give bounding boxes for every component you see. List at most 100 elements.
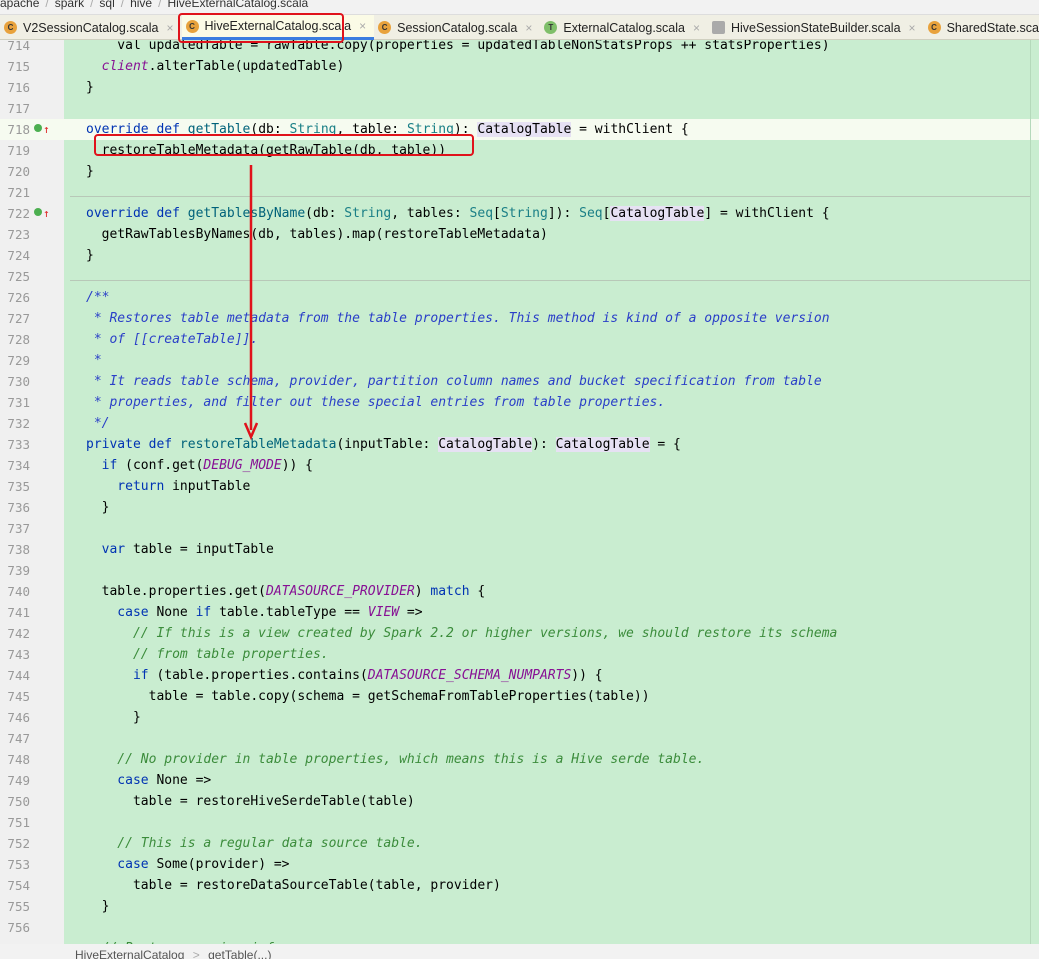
code-text: case Some(provider) => (86, 854, 289, 875)
breadcrumb-item[interactable]: HiveExternalCatalog.scala (167, 0, 308, 10)
tab-sessioncatalog[interactable]: C SessionCatalog.scala × (374, 15, 540, 40)
code-line: 741 case None if table.tableType == VIEW… (0, 602, 1039, 623)
line-number[interactable]: 733 (0, 434, 30, 455)
close-icon[interactable]: × (525, 21, 532, 35)
line-number[interactable]: 717 (0, 98, 30, 119)
code-text: } (86, 707, 141, 728)
line-number[interactable]: 728 (0, 329, 30, 350)
code-line: 728 * of [[createTable]]. (0, 329, 1039, 350)
code-token: ]): (547, 206, 580, 221)
line-number[interactable]: 723 (0, 224, 30, 245)
line-number[interactable]: 727 (0, 308, 30, 329)
line-number[interactable]: 730 (0, 371, 30, 392)
code-line: 722 ↑ override def getTablesByName(db: Str… (0, 203, 1039, 224)
line-number[interactable]: 715 (0, 56, 30, 77)
line-number[interactable]: 735 (0, 476, 30, 497)
code-editor[interactable]: 714 val updatedTable = rawTable.copy(pro… (0, 40, 1039, 944)
breadcrumb-item[interactable]: sql (99, 0, 114, 10)
code-token: match (430, 584, 470, 599)
line-number[interactable]: 736 (0, 497, 30, 518)
method-separator (70, 196, 1030, 197)
line-number[interactable]: 719 (0, 140, 30, 161)
code-token: restoreTableMetadata (179, 437, 337, 452)
footer-method[interactable]: getTable(...) (208, 948, 271, 959)
line-number[interactable]: 720 (0, 161, 30, 182)
footer-class[interactable]: HiveExternalCatalog (75, 948, 184, 959)
code-token: private def (86, 437, 180, 452)
code-text: * properties, and filter out these speci… (86, 392, 665, 413)
line-number[interactable]: 731 (0, 392, 30, 413)
tab-v2sessioncatalog[interactable]: C V2SessionCatalog.scala × (0, 15, 182, 40)
breadcrumb-item[interactable]: spark (55, 0, 84, 10)
line-number[interactable]: 743 (0, 644, 30, 665)
tab-sharedstate[interactable]: CSharedState.scala× (924, 15, 1039, 40)
code-token: table = inputTable (132, 542, 274, 557)
line-number[interactable]: 726 (0, 287, 30, 308)
implements-method-icon[interactable] (34, 124, 42, 132)
code-token: .alterTable(updatedTable) (148, 59, 345, 74)
code-token: [ (493, 206, 501, 221)
line-number[interactable]: 749 (0, 770, 30, 791)
code-token: table = restoreHiveSerdeTable(table) (86, 794, 415, 809)
line-number[interactable]: 716 (0, 77, 30, 98)
line-number[interactable]: 721 (0, 182, 30, 203)
close-icon[interactable]: × (909, 21, 916, 35)
code-token: client (101, 59, 149, 74)
code-line: 750 table = restoreHiveSerdeTable(table) (0, 791, 1039, 812)
code-token: */ (86, 416, 110, 431)
line-number[interactable]: 738 (0, 539, 30, 560)
line-number[interactable]: 748 (0, 749, 30, 770)
line-number[interactable]: 753 (0, 854, 30, 875)
line-number[interactable]: 740 (0, 581, 30, 602)
code-text: if (table.properties.contains(DATASOURCE… (86, 665, 603, 686)
implements-method-icon[interactable] (34, 208, 42, 216)
line-number[interactable]: 754 (0, 875, 30, 896)
line-number[interactable]: 725 (0, 266, 30, 287)
line-number[interactable]: 739 (0, 560, 30, 581)
line-number[interactable]: 742 (0, 623, 30, 644)
line-number[interactable]: 714 (0, 40, 30, 56)
line-number[interactable]: 732 (0, 413, 30, 434)
code-line: 732 */ (0, 413, 1039, 434)
line-number[interactable]: 755 (0, 896, 30, 917)
line-number[interactable]: 734 (0, 455, 30, 476)
line-number[interactable]: 752 (0, 833, 30, 854)
code-token: CatalogTable (438, 437, 533, 452)
tab-externalcatalog[interactable]: T ExternalCatalog.scala × (540, 15, 708, 40)
code-line: 723 getRawTablesByNames(db, tables).map(… (0, 224, 1039, 245)
code-text: case None => (86, 770, 211, 791)
breadcrumb-item[interactable]: apache (0, 0, 39, 10)
code-text: table.properties.get(DATASOURCE_PROVIDER… (86, 581, 486, 602)
line-number[interactable]: 750 (0, 791, 30, 812)
line-number[interactable]: 745 (0, 686, 30, 707)
line-number[interactable]: 756 (0, 917, 30, 938)
line-number[interactable]: 746 (0, 707, 30, 728)
code-token: // from table properties. (86, 647, 329, 662)
line-number[interactable]: 747 (0, 728, 30, 749)
tab-hivesessionstatebuilder[interactable]: HiveSessionStateBuilder.scala × (708, 15, 924, 40)
line-number[interactable]: 718 (0, 119, 30, 140)
method-separator (70, 280, 1030, 281)
override-arrow-icon[interactable]: ↑ (43, 203, 50, 224)
close-icon[interactable]: × (359, 19, 366, 33)
code-token: None => (156, 773, 212, 788)
line-number[interactable]: 744 (0, 665, 30, 686)
code-line: 735 return inputTable (0, 476, 1039, 497)
close-icon[interactable]: × (693, 21, 700, 35)
line-number[interactable]: 722 (0, 203, 30, 224)
code-text: /** (86, 287, 109, 308)
scala-class-icon: C (4, 21, 17, 34)
close-icon[interactable]: × (167, 21, 174, 35)
code-line: 743 // from table properties. (0, 644, 1039, 665)
code-line: 730 * It reads table schema, provider, p… (0, 371, 1039, 392)
breadcrumb-item[interactable]: hive (130, 0, 152, 10)
code-token: case (86, 857, 157, 872)
code-token: if (86, 668, 157, 683)
line-number[interactable]: 741 (0, 602, 30, 623)
line-number[interactable]: 729 (0, 350, 30, 371)
line-number[interactable]: 751 (0, 812, 30, 833)
override-arrow-icon[interactable]: ↑ (43, 119, 50, 140)
breadcrumb-sep: / (158, 0, 162, 10)
line-number[interactable]: 724 (0, 245, 30, 266)
line-number[interactable]: 737 (0, 518, 30, 539)
